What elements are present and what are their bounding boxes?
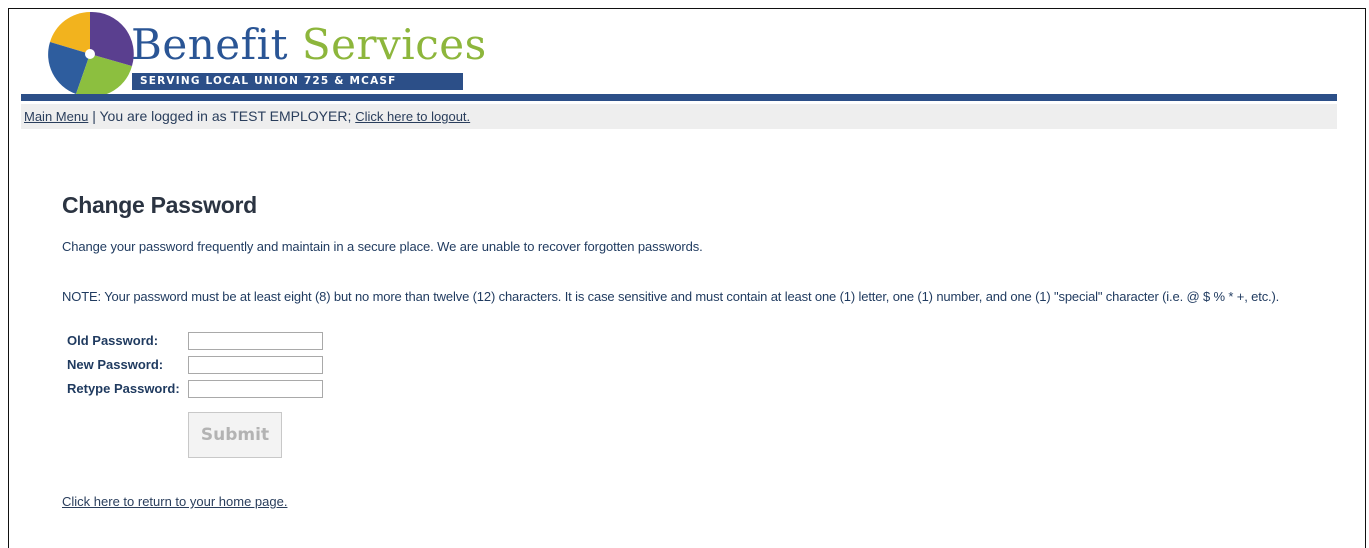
retype-password-row: Retype Password: (67, 380, 323, 398)
retype-password-label: Retype Password: (67, 381, 180, 396)
new-password-input[interactable] (188, 356, 323, 374)
brand-name: Benefit Services (131, 20, 487, 69)
brand-name-part1: Benefit (131, 20, 288, 69)
header-divider (21, 94, 1337, 101)
logout-link[interactable]: Click here to logout. (355, 109, 470, 124)
brand-name-part2: Services (301, 20, 487, 69)
old-password-row: Old Password: (67, 332, 323, 350)
intro-text: Change your password frequently and main… (62, 239, 703, 254)
old-password-input[interactable] (188, 332, 323, 350)
submit-button[interactable]: Submit (188, 412, 282, 458)
old-password-label: Old Password: (67, 333, 159, 348)
logo-mark-icon (48, 11, 134, 97)
retype-password-input[interactable] (188, 380, 323, 398)
page-title: Change Password (62, 192, 257, 218)
main-menu-link[interactable]: Main Menu (24, 109, 88, 124)
brand-tagline: SERVING LOCAL UNION 725 & MCASF (132, 73, 463, 90)
new-password-row: New Password: (67, 356, 323, 374)
new-password-label: New Password: (67, 357, 164, 372)
login-status-text: | You are logged in as TEST EMPLOYER; (88, 108, 356, 124)
benefit-services-logo: Benefit Services SERVING LOCAL UNION 725… (40, 10, 486, 98)
password-requirements-note: NOTE: Your password must be at least eig… (62, 289, 1280, 304)
status-bar: Main Menu | You are logged in as TEST EM… (21, 104, 1337, 129)
return-home-link[interactable]: Click here to return to your home page. (62, 494, 287, 509)
